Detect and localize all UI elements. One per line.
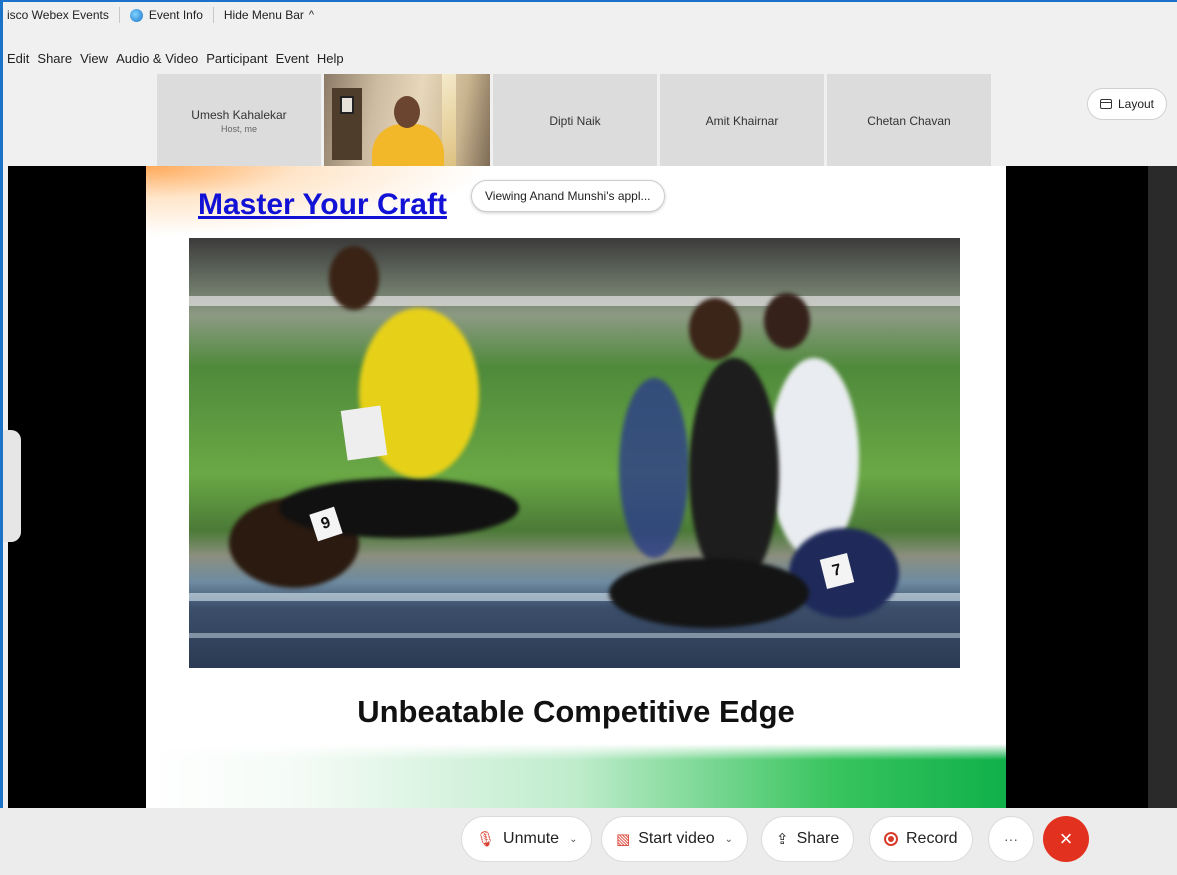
layout-icon — [1099, 99, 1112, 109]
viewing-status: Viewing Anand Munshi's appl... — [471, 180, 665, 212]
participant-strip: Umesh Kahalekar Host, me Dipti Naik Amit… — [157, 74, 991, 167]
record-label: Record — [906, 830, 958, 847]
unmute-label: Unmute — [503, 830, 560, 847]
share-label: Share — [796, 830, 840, 847]
ellipsis-icon: ··· — [1004, 831, 1018, 847]
participant-name: Amit Khairnar — [705, 113, 779, 128]
slide-title: Master Your Craft — [198, 188, 447, 221]
participant-role: Host, me — [220, 123, 257, 134]
participant-tile-chetan[interactable]: Chetan Chavan — [827, 74, 991, 167]
event-info-label: Event Info — [148, 8, 203, 22]
close-icon: × — [1059, 826, 1073, 851]
slide-subtitle: Unbeatable Competitive Edge — [357, 694, 795, 729]
unmute-button[interactable]: 🎙︎ Unmute ⌄ — [461, 816, 593, 862]
mic-muted-icon: 🎙︎ — [476, 831, 496, 848]
start-video-button[interactable]: ▧ Start video ⌄ — [601, 816, 749, 862]
person-avatar — [394, 96, 420, 128]
hide-menu-bar-button[interactable]: Hide Menu Bar ^ — [214, 7, 324, 23]
menu-help[interactable]: Help — [313, 51, 348, 66]
app-title: isco Webex Events — [3, 7, 120, 23]
scroll-gutter — [1148, 166, 1177, 808]
menu-event[interactable]: Event — [272, 51, 313, 66]
end-meeting-button[interactable]: × — [1043, 816, 1089, 862]
chevron-down-icon[interactable]: ⌄ — [725, 834, 733, 845]
menu-view[interactable]: View — [76, 51, 112, 66]
menu-audio-video[interactable]: Audio & Video — [112, 51, 202, 66]
menu-bar: Edit Share View Audio & Video Participan… — [3, 48, 348, 68]
layout-label: Layout — [1117, 97, 1154, 111]
participant-name: Dipti Naik — [549, 113, 601, 128]
participant-tile-amit[interactable]: Amit Khairnar — [660, 74, 824, 167]
participant-tile-host[interactable]: Umesh Kahalekar Host, me — [157, 74, 321, 167]
event-info-button[interactable]: Event Info — [120, 7, 214, 23]
share-icon: ⇪ — [776, 831, 789, 848]
record-icon — [884, 832, 898, 846]
layout-button[interactable]: Layout — [1086, 88, 1167, 120]
record-button[interactable]: Record — [869, 816, 973, 862]
side-panel-handle[interactable] — [3, 430, 21, 542]
menu-share[interactable]: Share — [33, 51, 76, 66]
self-video-tile[interactable] — [324, 74, 490, 167]
participant-tile-dipti[interactable]: Dipti Naik — [493, 74, 657, 167]
hide-menu-bar-label: Hide Menu Bar — [223, 8, 304, 22]
menu-edit[interactable]: Edit — [3, 51, 33, 66]
share-button[interactable]: ⇪ Share — [761, 816, 855, 862]
more-options-button[interactable]: ··· — [988, 816, 1034, 862]
chevron-up-icon: ^ — [308, 9, 315, 21]
participant-name: Chetan Chavan — [867, 113, 951, 128]
title-bar: isco Webex Events Event Info Hide Menu B… — [3, 2, 1177, 28]
participant-name: Umesh Kahalekar — [191, 107, 287, 122]
menu-participant[interactable]: Participant — [202, 51, 271, 66]
camera-off-icon: ▧ — [616, 831, 631, 848]
chevron-down-icon[interactable]: ⌄ — [569, 834, 577, 845]
sprinters-photo: 9 7 — [189, 238, 960, 668]
shield-icon — [129, 8, 143, 22]
start-video-label: Start video — [638, 830, 715, 847]
